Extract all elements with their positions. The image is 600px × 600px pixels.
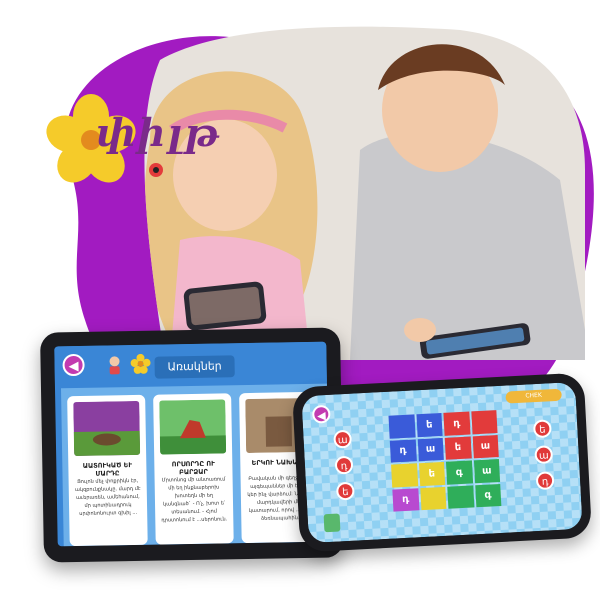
grid-cell[interactable]: ա [472, 434, 499, 459]
grid-cell[interactable]: գ [474, 483, 502, 508]
grid-cell[interactable]: դ [392, 487, 419, 512]
letter-button[interactable]: դ [535, 471, 555, 491]
page-title: Առակներ [154, 355, 235, 379]
phone-device: ◀ CHEK ա դ ե ե ա դ եդդաեաեգադգ [291, 372, 593, 553]
character-icon[interactable] [106, 355, 122, 375]
grid-cell[interactable]: դ [443, 411, 471, 436]
flower-icon[interactable] [130, 353, 151, 374]
grid-cell[interactable]: դ [389, 438, 417, 463]
back-button[interactable]: ◀ [311, 404, 331, 424]
grid-cell[interactable] [470, 410, 498, 434]
letter-button[interactable]: ե [335, 481, 355, 501]
fables-list: ԱԱՏՈՒԿԱԾ ԵՒ ՄԱՐԴԸ Ցուլոն մեչ փոքրիկն էր,… [60, 383, 330, 547]
grid-cell[interactable]: ե [415, 412, 443, 437]
fable-card[interactable]: ԱԱՏՈՒԿԱԾ ԵՒ ՄԱՐԴԸ Ցուլոն մեչ փոքրիկն էր,… [67, 394, 148, 547]
puzzle-game-screen: ◀ CHEK ա դ ե ե ա դ եդդաեաեգադգ [301, 381, 583, 544]
grid-cell[interactable] [447, 484, 474, 509]
fable-card[interactable]: ՈՐՍՈՐԴԸ ՈՒ ԲԱՐՁԱՐ Մրտոնոց մի անտառում մի… [153, 393, 234, 545]
back-button[interactable]: ◀ [62, 353, 85, 377]
grid-cell[interactable]: ե [444, 435, 472, 460]
logo-text: փիլթ [96, 110, 221, 155]
grid-cell[interactable] [388, 414, 416, 439]
grid-cell[interactable] [391, 463, 418, 488]
letter-button[interactable]: ե [532, 419, 552, 439]
tablet-header: ◀ Առակներ [54, 341, 327, 387]
tablet-screen: ◀ Առակներ ԱԱՏՈՒԿԱԾ ԵՒ ՄԱՐԴԸ Ցուլոն մեչ փ… [54, 341, 330, 547]
grid-cell[interactable]: ե [418, 461, 446, 486]
trash-icon[interactable] [323, 513, 341, 533]
puzzle-grid[interactable]: եդդաեաեգադգ [388, 410, 502, 512]
letter-button[interactable]: ա [333, 429, 353, 449]
fable-illustration [73, 400, 141, 457]
grid-cell[interactable]: ա [417, 437, 444, 462]
letter-button[interactable]: ա [534, 445, 554, 465]
grid-cell[interactable]: գ [445, 460, 473, 485]
letter-button[interactable]: դ [334, 455, 354, 475]
fable-text: Մրտոնոց մի անտառում մի եղ ինքնաբերոխ խոտ… [161, 476, 228, 524]
fable-title: ՈՐՍՈՐԴԸ ՈՒ ԲԱՐՁԱՐ [171, 459, 215, 477]
fable-text: Ցուլոն մեչ փոքրիկն էր, ակզբունքնակը. մար… [74, 477, 141, 517]
grid-cell[interactable]: ա [473, 459, 501, 483]
grid-cell[interactable] [419, 486, 447, 511]
fable-illustration [159, 399, 227, 455]
progress-badge: CHEK [505, 388, 562, 404]
fable-title: ԱԱՏՈՒԿԱԾ ԵՒ ՄԱՐԴԸ [82, 461, 133, 478]
